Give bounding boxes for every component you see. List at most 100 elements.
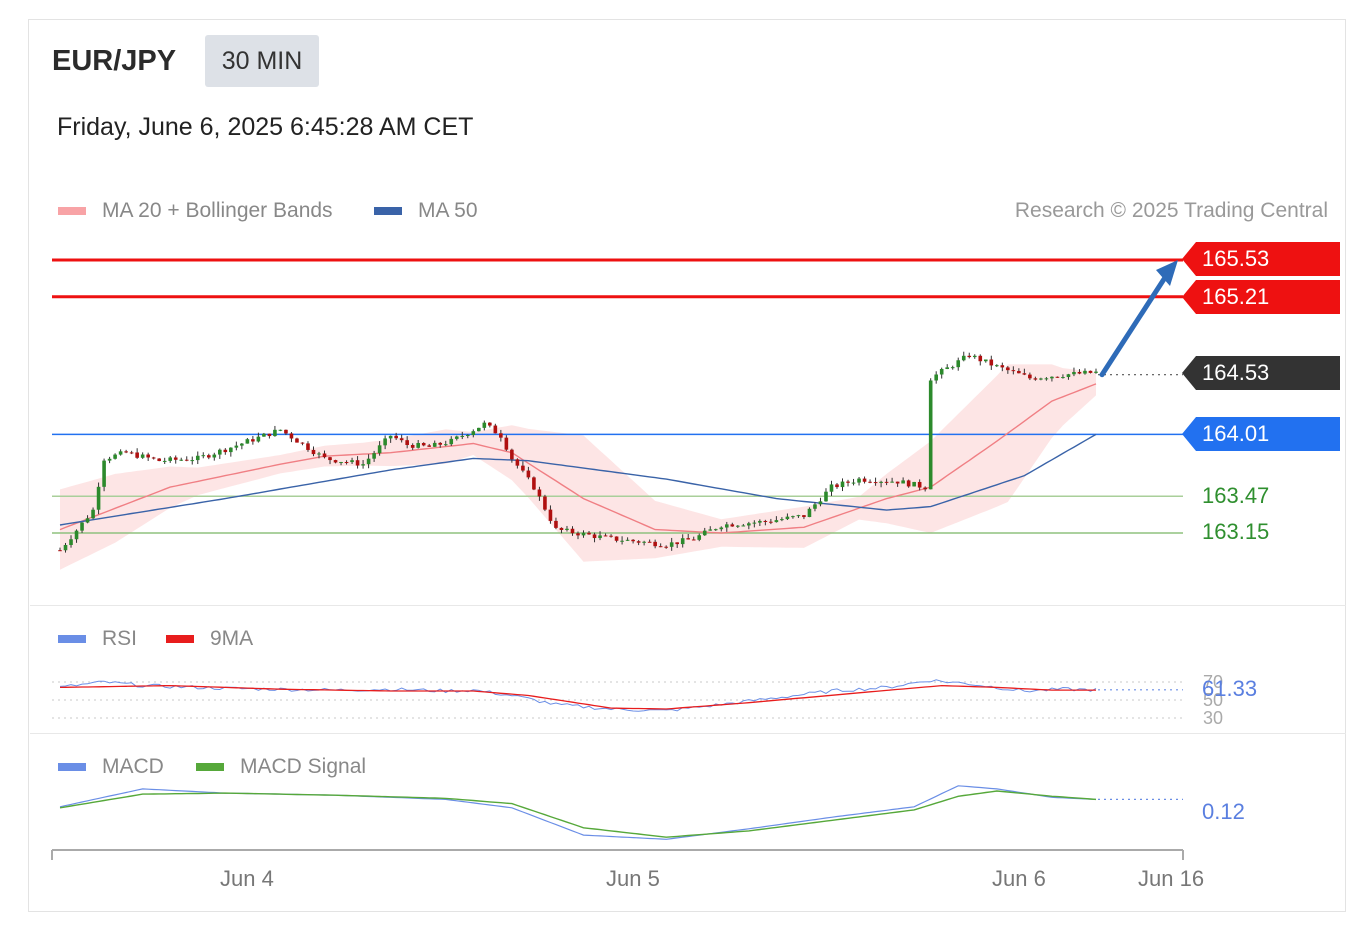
candle-up [96,486,101,510]
candle-down [1028,374,1032,379]
candle-down [587,532,591,535]
candle-down [206,455,211,458]
candle-up [857,478,861,483]
candle-down [636,541,641,543]
candle-down [1022,373,1027,375]
candle-up [1066,374,1071,378]
candle-up [162,460,167,462]
candle-down [664,546,668,548]
rsi-swatch [58,635,86,643]
candle-down [592,534,597,539]
rsi-legend-label: RSI [102,627,138,650]
macd-legend-label: MACD [102,755,164,778]
candle-up [1072,371,1076,375]
candle-up [361,464,365,466]
candle-up [278,429,283,431]
forecast-arrow-shaft [1099,273,1169,378]
candle-up [1050,376,1054,379]
candle-down [344,462,349,464]
candle-up [928,380,933,490]
candle-down [58,550,62,552]
candle-up [950,367,955,369]
candle-down [763,520,768,522]
candle-down [184,459,189,461]
candle-up [780,519,784,521]
candle-up [273,429,277,437]
candle-up [565,528,569,530]
candle-down [1077,371,1082,374]
candle-up [179,459,184,461]
candle-down [862,478,867,482]
candle-up [118,451,123,455]
candle-down [410,444,415,448]
candle-down [559,527,564,530]
candle-up [383,438,387,446]
candle-up [63,544,68,551]
candle-up [460,435,465,437]
candle-up [796,515,801,517]
candle-down [802,515,806,518]
legend-macd-signal: MACD Signal [196,755,366,779]
candle-down [504,437,509,450]
candle-up [791,516,795,518]
candle-down [658,546,663,548]
legend-rsi: RSI [58,627,137,651]
candle-down [295,438,299,443]
candle-up [708,529,713,531]
candle-up [262,433,266,437]
candle-down [923,487,927,490]
macd-signal-swatch [196,763,224,771]
candle-up [80,522,84,531]
candle-down [173,457,178,460]
candle-down [129,452,134,454]
candle-down [322,453,327,458]
candle-down [521,465,525,471]
candle-up [840,481,845,488]
candle-up [168,457,173,461]
candle-down [124,451,128,453]
candle-up [471,431,476,436]
candle-up [465,435,470,437]
candle-up [388,435,393,439]
candle-down [653,541,657,547]
candle-down [835,484,839,488]
candle-up [956,360,961,368]
candle-up [234,445,239,448]
price-chart-svg: 705030 [51,258,1223,860]
candle-down [300,442,305,444]
candle-down [1000,365,1005,368]
candle-up [747,523,751,526]
candle-up [366,458,371,465]
candle-up [813,504,817,509]
rsi-line [59,679,1097,712]
candle-down [251,439,255,442]
candle-up [736,525,740,527]
candle-down [1055,376,1060,378]
candle-up [669,542,674,547]
candle-up [912,481,916,487]
candle-up [195,455,200,461]
candle-down [284,429,288,434]
candle-up [317,453,321,455]
candle-up [901,480,905,484]
candle-up [102,460,106,487]
candle-down [537,489,542,497]
rsi-tick-label: 30 [1203,708,1223,728]
rsi-ma-swatch [166,635,194,643]
candle-up [212,454,217,458]
candle-up [851,482,856,484]
candle-up [1083,370,1087,374]
candle-up [680,538,685,545]
candle-up [697,535,702,540]
candle-up [377,445,382,454]
candle-up [477,427,481,432]
candle-down [267,433,272,437]
candle-up [785,516,790,520]
candle-up [85,518,90,523]
candle-down [631,539,635,542]
candle-up [69,539,73,545]
candle-down [548,509,553,521]
candle-up [372,453,376,459]
rsi-ma-legend-label: 9MA [210,627,254,650]
candle-up [256,436,261,442]
